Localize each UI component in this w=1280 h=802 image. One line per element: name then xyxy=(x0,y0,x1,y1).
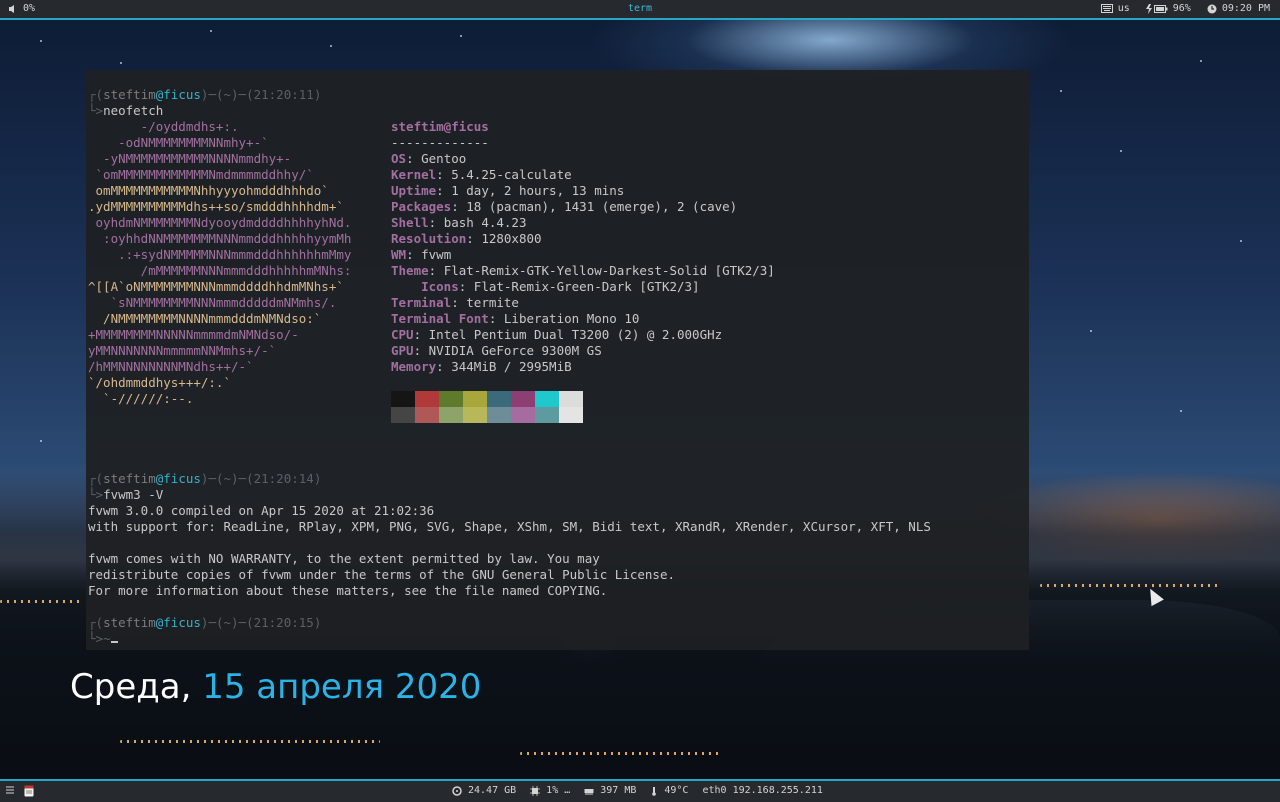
info-header: steftim@ficus xyxy=(391,119,489,134)
palette-swatch xyxy=(487,391,511,407)
temperature-widget[interactable]: 49°C xyxy=(650,785,688,796)
cpu-icon xyxy=(530,785,541,796)
keyboard-layout: us xyxy=(1117,3,1130,14)
palette-swatch xyxy=(439,407,463,423)
palette-swatch xyxy=(559,391,583,407)
terminal-window[interactable]: ┌(steftim@ficus)─(~)─(21:20:11) └>neofet… xyxy=(86,70,1029,650)
temperature: 49°C xyxy=(664,785,689,796)
info-row: Memory: 344MiB / 2995MiB xyxy=(391,359,572,374)
bottom-panel: 24.47 GB 1% … 397 MB 49°C eth0 192.168.2… xyxy=(0,779,1280,802)
info-row: Terminal Font: Liberation Mono 10 xyxy=(391,311,640,326)
command-input-line[interactable]: └>~ xyxy=(88,631,118,647)
prompt-line: ┌(steftim@ficus)─(~)─(21:20:15) xyxy=(88,615,322,630)
command-line: └>neofetch xyxy=(88,103,164,118)
clock-widget[interactable]: 09:20 PM xyxy=(1207,3,1270,14)
info-row: Theme: Flat-Remix-GTK-Yellow-Darkest-Sol… xyxy=(391,263,775,278)
keyboard-layout-widget[interactable]: us xyxy=(1100,3,1130,14)
network-address: eth0 192.168.255.211 xyxy=(702,785,823,796)
clock-icon xyxy=(1207,4,1217,13)
info-row: Icons: Flat-Remix-Green-Dark [GTK2/3] xyxy=(391,279,700,294)
prompt-line: ┌(steftim@ficus)─(~)─(21:20:11) xyxy=(88,87,322,102)
info-row: OS: Gentoo xyxy=(391,151,467,166)
palette-swatch xyxy=(559,407,583,423)
info-row: Terminal: termite xyxy=(391,295,519,310)
terminal-menu-icon[interactable] xyxy=(24,785,34,797)
text-cursor xyxy=(110,641,118,643)
network-widget[interactable]: eth0 192.168.255.211 xyxy=(702,785,822,796)
palette-swatch xyxy=(535,407,559,423)
info-rule: ------------- xyxy=(391,135,489,150)
disk-free: 24.47 GB xyxy=(468,785,517,796)
palette-swatch xyxy=(463,391,487,407)
palette-swatch xyxy=(535,391,559,407)
info-row: WM: fvwm xyxy=(391,247,452,262)
info-row: CPU: Intel Pentium Dual T3200 (2) @ 2.00… xyxy=(391,327,723,342)
date: 15 апреля 2020 xyxy=(202,667,482,707)
prompt-line: ┌(steftim@ficus)─(~)─(21:20:14) xyxy=(88,471,322,486)
palette-swatch xyxy=(391,407,415,423)
memory-icon xyxy=(584,788,594,795)
info-row: Shell: bash 4.4.23 xyxy=(391,215,527,230)
palette-swatch xyxy=(415,391,439,407)
info-row: GPU: NVIDIA GeForce 9300M GS xyxy=(391,343,602,358)
command-line: └>fvwm3 -V xyxy=(88,487,164,502)
battery-level: 96% xyxy=(1172,3,1191,14)
cpu-usage: 1% xyxy=(546,785,559,796)
keyboard-icon xyxy=(1100,4,1113,13)
palette-swatch xyxy=(439,391,463,407)
desktop-date: Среда, 15 апреля 2020 xyxy=(70,667,481,707)
palette-swatch xyxy=(415,407,439,423)
disk-icon xyxy=(452,785,462,796)
cpu-widget[interactable]: 1% … xyxy=(530,785,570,796)
color-palette xyxy=(391,391,583,423)
disk-widget[interactable]: 24.47 GB xyxy=(452,785,516,796)
thermometer-icon xyxy=(652,786,657,796)
menu-icon[interactable] xyxy=(6,786,14,796)
palette-swatch xyxy=(511,407,535,423)
memory-widget[interactable]: 397 MB xyxy=(584,785,636,796)
top-panel: 0% term us 96% 09:20 PM xyxy=(0,0,1280,20)
info-row: Packages: 18 (pacman), 1431 (emerge), 2 … xyxy=(391,199,738,214)
palette-swatch xyxy=(487,407,511,423)
palette-swatch xyxy=(463,407,487,423)
cpu-extra: … xyxy=(564,785,571,796)
window-title: term xyxy=(627,3,653,14)
memory-used: 397 MB xyxy=(600,785,637,796)
info-row: Uptime: 1 day, 2 hours, 13 mins xyxy=(391,183,625,198)
clock-time: 09:20 PM xyxy=(1221,3,1270,14)
info-row: Kernel: 5.4.25-calculate xyxy=(391,167,572,182)
palette-swatch xyxy=(511,391,535,407)
info-row: Resolution: 1280x800 xyxy=(391,231,542,246)
palette-swatch xyxy=(391,391,415,407)
battery-charging-icon xyxy=(1145,3,1168,14)
weekday: Среда, xyxy=(70,667,192,707)
battery-widget[interactable]: 96% xyxy=(1145,3,1191,14)
